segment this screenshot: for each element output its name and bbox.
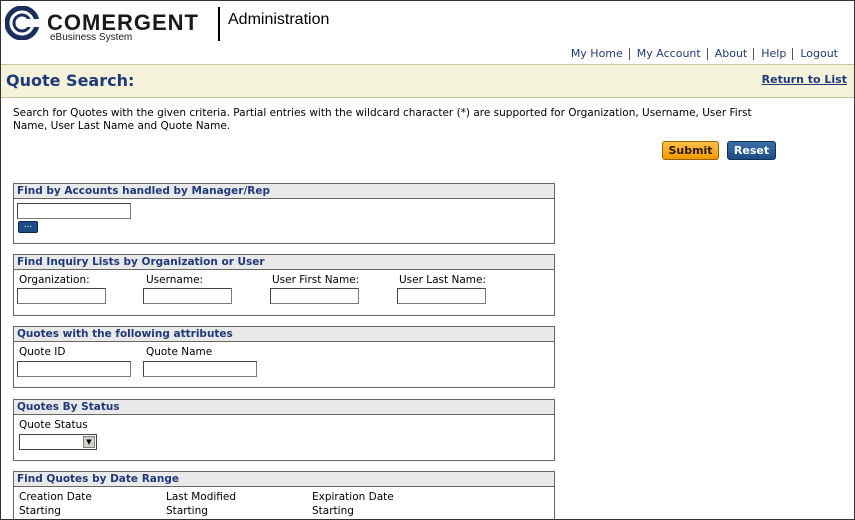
header: COMERGENT eBusiness System Administratio… — [1, 1, 854, 64]
username-label: Username: — [146, 274, 204, 286]
creation-starting-label: Starting — [19, 505, 61, 517]
quote-id-input[interactable] — [17, 361, 131, 377]
top-navigation: My Home My Account About Help Logout — [564, 48, 844, 60]
nav-my-account[interactable]: My Account — [628, 48, 707, 60]
nav-logout[interactable]: Logout — [792, 48, 844, 60]
section-attributes-title: Quotes with the following attributes — [14, 327, 554, 342]
section-dates-title: Find Quotes by Date Range — [14, 472, 554, 487]
section-inquiry-title: Find Inquiry Lists by Organization or Us… — [14, 255, 554, 270]
app-title: Administration — [228, 11, 330, 28]
submit-button[interactable]: Submit — [662, 141, 719, 160]
section-inquiry: Find Inquiry Lists by Organization or Us… — [13, 254, 555, 316]
logo-ring-icon — [5, 6, 39, 40]
section-status: Quotes By Status Quote Status ▼ — [13, 399, 555, 461]
organization-label: Organization: — [19, 274, 90, 286]
section-accounts: Find by Accounts handled by Manager/Rep … — [13, 183, 555, 244]
manager-rep-input[interactable] — [17, 203, 131, 219]
last-modified-label: Last Modified — [166, 491, 237, 503]
section-status-title: Quotes By Status — [14, 400, 554, 415]
expiration-date-label: Expiration Date — [312, 491, 394, 503]
quote-status-select[interactable]: ▼ — [19, 434, 97, 450]
return-to-list-link[interactable]: Return to List — [762, 73, 847, 86]
quote-status-label: Quote Status — [19, 419, 88, 431]
username-input[interactable] — [143, 288, 232, 304]
creation-date-label: Creation Date — [19, 491, 92, 503]
quote-name-input[interactable] — [143, 361, 257, 377]
browser-frame: COMERGENT eBusiness System Administratio… — [0, 0, 855, 520]
quote-id-label: Quote ID — [19, 346, 66, 358]
modified-starting-label: Starting — [166, 505, 208, 517]
quote-name-label: Quote Name — [146, 346, 213, 358]
section-dates: Find Quotes by Date Range Creation Date … — [13, 471, 555, 519]
reset-button[interactable]: Reset — [727, 141, 776, 160]
page-title-bar: Quote Search: Return to List — [1, 64, 854, 98]
chevron-down-icon[interactable]: ▼ — [83, 436, 95, 448]
page-title: Quote Search: — [6, 71, 135, 90]
section-accounts-title: Find by Accounts handled by Manager/Rep — [14, 184, 554, 199]
user-last-name-input[interactable] — [397, 288, 486, 304]
header-divider — [218, 7, 220, 41]
search-description: Search for Quotes with the given criteri… — [13, 107, 752, 132]
logo-tagline: eBusiness System — [50, 32, 133, 43]
organization-input[interactable] — [17, 288, 106, 304]
section-attributes: Quotes with the following attributes Quo… — [13, 326, 555, 388]
browse-accounts-button[interactable]: ... — [18, 221, 38, 233]
user-first-name-input[interactable] — [270, 288, 359, 304]
nav-about[interactable]: About — [706, 48, 754, 60]
user-last-name-label: User Last Name: — [399, 274, 486, 286]
user-first-name-label: User First Name: — [272, 274, 360, 286]
nav-help[interactable]: Help — [753, 48, 792, 60]
expiration-starting-label: Starting — [312, 505, 354, 517]
nav-my-home[interactable]: My Home — [564, 48, 629, 60]
comergent-logo: COMERGENT eBusiness System — [5, 6, 210, 46]
